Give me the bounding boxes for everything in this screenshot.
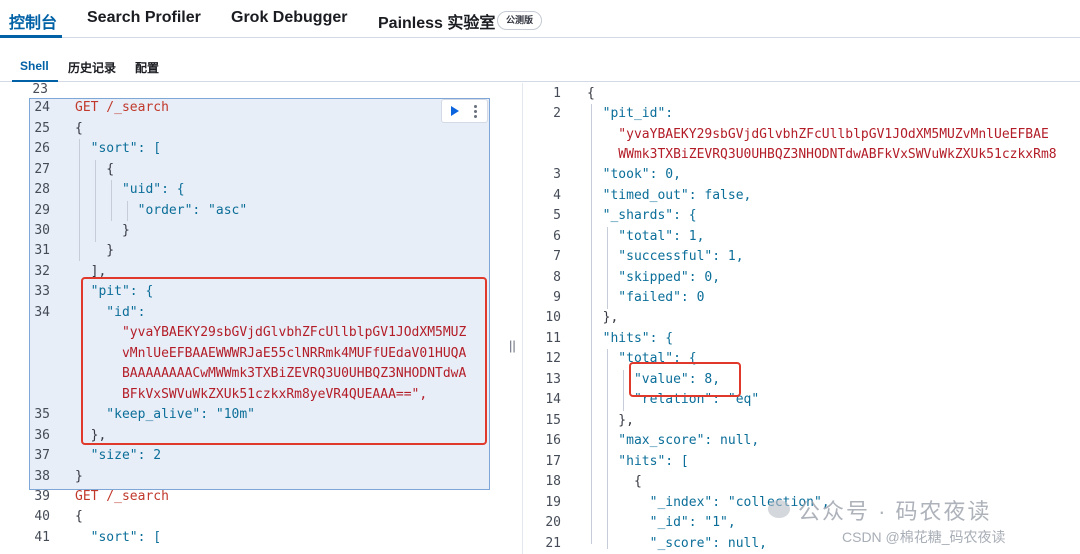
line-number: 36: [34, 428, 50, 443]
code-line: "size": 2: [75, 448, 162, 463]
tab-grok-debugger[interactable]: Grok Debugger: [231, 9, 347, 27]
line-number: 24: [34, 100, 50, 115]
pane-divider[interactable]: [500, 83, 522, 554]
response-line: "_id": "1",: [587, 515, 736, 530]
line-number: 29: [34, 203, 50, 218]
line-number: 30: [34, 223, 50, 238]
line-number: 19: [545, 495, 561, 510]
play-icon[interactable]: [451, 106, 459, 116]
response-line: "max_score": null,: [587, 433, 760, 448]
response-line: WWmk3TXBiZEVRQ3U0UHBQZ3NHODNTdwABFkVxSWV…: [587, 147, 1057, 162]
response-line: {: [587, 474, 642, 489]
tab-console[interactable]: 控制台: [9, 9, 57, 33]
response-line: "pit_id":: [587, 106, 674, 121]
code-line: }: [75, 243, 115, 258]
response-line: "failed": 0: [587, 290, 705, 305]
line-number: 33: [34, 284, 50, 299]
tab-search-profiler[interactable]: Search Profiler: [87, 9, 201, 27]
response-line: "total": 1,: [587, 229, 705, 244]
code-line: {: [75, 162, 115, 177]
line-number: 7: [553, 249, 561, 264]
beta-badge: 公测版: [497, 11, 543, 30]
subtab-history[interactable]: 历史记录: [68, 59, 116, 76]
value-highlight-box: [629, 362, 741, 397]
line-number: 20: [545, 515, 561, 530]
line-number: 39: [34, 489, 50, 504]
line-number: 14: [545, 392, 561, 407]
line-number: 25: [34, 121, 50, 136]
code-line: "uid": {: [75, 182, 185, 197]
response-line: "_score": null,: [587, 536, 768, 551]
code-line: }: [75, 469, 83, 484]
code-line: {: [75, 509, 83, 524]
response-line: "timed_out": false,: [587, 188, 752, 203]
console-subtabs: Shell 历史记录 配置: [0, 48, 1080, 82]
response-line: "_index": "collection",: [587, 495, 830, 510]
more-options-icon[interactable]: [474, 105, 477, 118]
code-line: {: [75, 121, 83, 136]
subtab-shell[interactable]: Shell: [20, 59, 49, 73]
top-nav: 控制台 Search Profiler Grok Debugger Painle…: [0, 0, 1080, 38]
line-number: 31: [34, 243, 50, 258]
resize-handle-icon[interactable]: ||: [509, 338, 516, 353]
line-number: 4: [553, 188, 561, 203]
line-number: 13: [545, 372, 561, 387]
active-tab-indicator: [0, 35, 62, 38]
line-number: 27: [34, 162, 50, 177]
line-number: 5: [553, 208, 561, 223]
line-number: 37: [34, 448, 50, 463]
watermark-text: 公众号 · 码农夜读: [798, 499, 992, 524]
response-viewer: 1 2 3 4 5 6 7 8 9 10 11 12 13 14 16 15 1…: [522, 83, 1080, 554]
subtab-indicator: [12, 80, 58, 82]
line-number: 34: [34, 305, 50, 320]
response-line: "successful": 1,: [587, 249, 744, 264]
watermark-csdn: CSDN @棉花糖_码农夜读: [842, 529, 1006, 545]
response-line: "took": 0,: [587, 167, 681, 182]
response-line: "_shards": {: [587, 208, 697, 223]
line-number: 1: [553, 86, 561, 101]
line-number: 32: [34, 264, 50, 279]
response-line: "skipped": 0,: [587, 270, 721, 285]
line-number: 12: [545, 351, 561, 366]
line-number: 28: [34, 182, 50, 197]
line-number: 10: [545, 310, 561, 325]
response-line: {: [587, 86, 595, 101]
line-number: 35: [34, 407, 50, 422]
response-line: "hits": {: [587, 331, 674, 346]
tab-painless-lab[interactable]: Painless 实验室: [378, 9, 495, 33]
line-number: 9: [553, 290, 561, 305]
code-line: }: [75, 223, 130, 238]
request-editor[interactable]: 23 24 25 26 27 28 29 30 31 32 33 34 35 3…: [0, 83, 500, 554]
response-line: },: [587, 310, 619, 325]
response-line: "hits": [: [587, 454, 689, 469]
wechat-icon: [768, 500, 790, 518]
line-number: 26: [34, 141, 50, 156]
line-number: 3: [553, 167, 561, 182]
line-number: 41: [34, 530, 50, 545]
line-number: 15: [545, 413, 561, 428]
http-method-line: GET /_search: [75, 100, 169, 115]
code-line: GET /_search: [75, 489, 169, 504]
pit-highlight-box: [81, 277, 487, 445]
request-actions: [441, 99, 488, 123]
line-number: 40: [34, 509, 50, 524]
line-number: 18: [545, 474, 561, 489]
line-number: 38: [34, 469, 50, 484]
line-number: 21: [545, 536, 561, 551]
line-number: 16: [545, 433, 561, 448]
response-line: "yvaYBAEKY29sbGVjdGlvbhZFcUllblpGV1JOdXM…: [587, 127, 1049, 142]
response-line: },: [587, 413, 634, 428]
code-line: "order": "asc": [75, 203, 248, 218]
subtab-config[interactable]: 配置: [135, 59, 159, 76]
line-number: 8: [553, 270, 561, 285]
line-number: 6: [553, 229, 561, 244]
code-line: "sort": [: [75, 530, 162, 545]
line-number: 17: [545, 454, 561, 469]
line-number: 11: [545, 331, 561, 346]
line-number: 2: [553, 106, 561, 121]
code-line: "sort": [: [75, 141, 162, 156]
